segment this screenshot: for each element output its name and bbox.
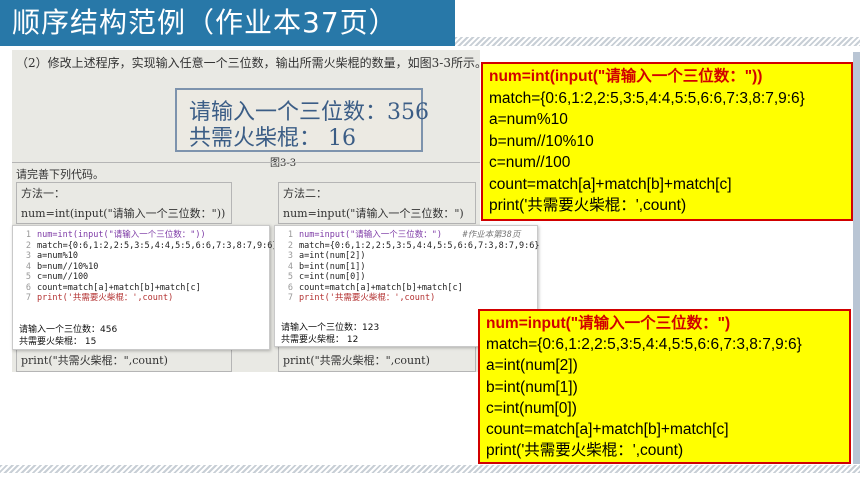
code-line: 5 c=num//100 bbox=[25, 272, 89, 282]
decorative-side-bar bbox=[853, 52, 860, 464]
method-one-code: num=int(input("请输入一个三位数：")) bbox=[21, 207, 226, 220]
code-text: num=int(input("请输入一个三位数：")) bbox=[37, 230, 206, 240]
instruction-text: 请完善下列代码。 bbox=[16, 168, 104, 181]
code-line: 3 a=num%10 bbox=[25, 251, 78, 261]
code-text: c=num//100 bbox=[37, 272, 89, 282]
highlight-line: b=int(num[1]) bbox=[486, 378, 578, 396]
highlight-line: count=match[a]+match[b]+match[c] bbox=[489, 175, 732, 193]
code-line: 2 match={0:6,1:2,2:5,3:5,4:4,5:5,6:6,7:3,… bbox=[25, 240, 278, 251]
output-result: 共需要火柴棍： 15 bbox=[19, 337, 97, 347]
method-one-box: 方法一： num=int(input("请输入一个三位数：")) bbox=[16, 182, 232, 224]
highlight-box-method-two: num=input("请输入一个三位数：") match={0:6,1:2,2:… bbox=[478, 309, 851, 464]
slide-title: 顺序结构范例（作业本37页） bbox=[0, 0, 455, 46]
method-one-print: print("共需火柴棍：",count) bbox=[21, 354, 168, 367]
highlight-line: match={0:6,1:2,2:5,3:5,4:4,5:5,6:6,7:3,8… bbox=[486, 336, 802, 354]
code-text: a=int(num[2]) bbox=[299, 251, 366, 261]
code-line: 1 num=int(input("请输入一个三位数：")) bbox=[25, 230, 206, 240]
code-line: 3 a=int(num[2]) bbox=[287, 251, 366, 261]
code-text: b=num//10%10 bbox=[37, 261, 99, 272]
code-line: 6 count=match[a]+match[b]+match[c] bbox=[287, 282, 463, 293]
code-line: 6 count=match[a]+match[b]+match[c] bbox=[25, 282, 201, 293]
code-text: num=input("请输入一个三位数：") bbox=[299, 230, 443, 240]
highlight-line: c=int(num[0]) bbox=[486, 399, 577, 417]
figure-3-3-box: 请输入一个三位数：356 共需火柴棍： 16 bbox=[175, 88, 429, 152]
code-text: count=match[a]+match[b]+match[c] bbox=[299, 282, 463, 293]
code-line: 7 print('共需要火柴棍：',count) bbox=[25, 293, 174, 303]
decorative-hatch-bottom bbox=[0, 465, 860, 473]
code-text: b=int(num[1]) bbox=[299, 261, 366, 272]
code-line: 7 print('共需要火柴棍：',count) bbox=[287, 293, 436, 303]
output-result: 共需要火柴棍： 12 bbox=[281, 335, 359, 345]
code-text: print('共需要火柴棍：',count) bbox=[299, 293, 436, 303]
highlight-line: match={0:6,1:2,2:5,3:5,4:4,5:5,6:6,7:3,8… bbox=[489, 89, 805, 107]
code-text: count=match[a]+match[b]+match[c] bbox=[37, 282, 201, 293]
code-line: 4 b=int(num[1]) bbox=[287, 261, 366, 272]
highlight-line: num=input("请输入一个三位数：") bbox=[486, 315, 731, 332]
highlight-line: print('共需要火柴棍：',count) bbox=[489, 197, 687, 214]
code-comment: #作业本第38页 bbox=[462, 230, 521, 240]
code-text: a=num%10 bbox=[37, 251, 78, 261]
code-pane-method-one: 1 num=int(input("请输入一个三位数：")) 2 match={0:6,… bbox=[12, 225, 278, 350]
code-line: 5 c=int(num[0]) bbox=[287, 272, 366, 282]
code-block: 1 num=input("请输入一个三位数：") #作业本第38页 2 match={… bbox=[275, 230, 540, 304]
code-block: 1 num=int(input("请输入一个三位数：")) 2 match={0:6,… bbox=[13, 230, 278, 304]
code-text: match={0:6,1:2,2:5,3:5,4:4,5:5,6:6,7:3,8… bbox=[299, 240, 540, 251]
method-two-tail: print("共需火柴棍：",count) bbox=[278, 346, 476, 372]
highlight-box-method-one: num=int(input("请输入一个三位数：")) match={0:6,1… bbox=[481, 62, 853, 221]
decorative-hatch-top bbox=[455, 37, 860, 46]
code-line: 2 match={0:6,1:2,2:5,3:5,4:4,5:5,6:6,7:3,… bbox=[287, 240, 540, 251]
highlight-line: c=num//100 bbox=[489, 154, 571, 171]
method-two-code: num=input("请输入一个三位数：") bbox=[283, 207, 464, 220]
method-one-label: 方法一： bbox=[21, 187, 65, 200]
highlight-line: print('共需要火柴棍：',count) bbox=[486, 442, 684, 460]
highlight-line: b=num//10%10 bbox=[489, 132, 594, 150]
method-two-box: 方法二： num=input("请输入一个三位数：") bbox=[278, 182, 476, 224]
code-text: print('共需要火柴棍：',count) bbox=[37, 293, 174, 303]
code-text: match={0:6,1:2,2:5,3:5,4:4,5:5,6:6,7:3,8… bbox=[37, 240, 278, 251]
method-two-print: print("共需火柴棍：",count) bbox=[283, 354, 430, 367]
highlight-line: num=int(input("请输入一个三位数：")) bbox=[489, 68, 763, 85]
figure-result-line: 共需火柴棍： 16 bbox=[189, 126, 356, 151]
method-two-label: 方法二： bbox=[283, 187, 327, 200]
highlight-line: count=match[a]+match[b]+match[c] bbox=[486, 421, 729, 439]
code-line: 4 b=num//10%10 bbox=[25, 261, 99, 272]
highlight-line: a=int(num[2]) bbox=[486, 357, 578, 375]
code-text: c=int(num[0]) bbox=[299, 272, 366, 282]
task-text: （2）修改上述程序，实现输入任意一个三位数，输出所需火柴棍的数量，如图3-3所示… bbox=[16, 56, 480, 70]
code-line: 1 num=input("请输入一个三位数：") #作业本第38页 bbox=[287, 230, 521, 240]
divider bbox=[12, 162, 480, 163]
highlight-line: a=num%10 bbox=[489, 111, 568, 128]
